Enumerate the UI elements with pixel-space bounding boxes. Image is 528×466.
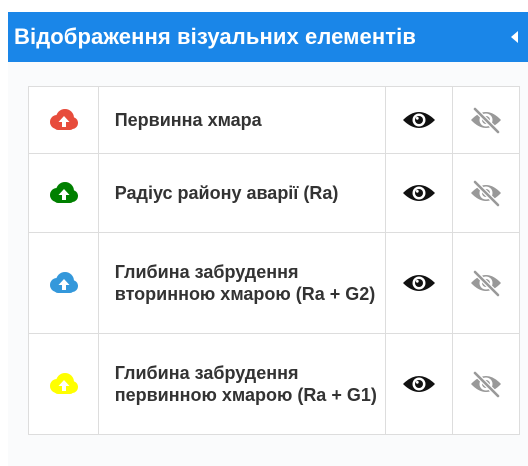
eye-icon — [386, 271, 452, 295]
eye-slash-icon — [453, 269, 519, 297]
eye-slash-icon — [453, 179, 519, 207]
eye-icon — [386, 108, 452, 132]
panel-title: Відображення візуальних елементів — [14, 24, 416, 49]
eye-slash-icon — [453, 370, 519, 398]
eye-icon — [386, 181, 452, 205]
cloud-upload-icon — [29, 107, 98, 133]
layer-label: Глибина забрудення вторинною хмарою (Ra … — [114, 262, 376, 304]
cloud-upload-icon — [29, 371, 98, 397]
hide-layer-button[interactable] — [451, 232, 521, 334]
layer-row-accident-radius: Радіус району аварії (Ra) — [28, 153, 521, 233]
eye-slash-icon — [453, 106, 519, 134]
show-layer-button[interactable] — [384, 232, 453, 334]
layer-row-secondary-depth: Глибина забрудення вторинною хмарою (Ra … — [28, 232, 521, 334]
layer-row-primary-cloud: Первинна хмара — [28, 86, 521, 154]
cloud-upload-icon — [29, 180, 98, 206]
layer-label: Первинна хмара — [114, 110, 262, 130]
hide-layer-button[interactable] — [451, 333, 521, 435]
show-layer-button[interactable] — [384, 333, 453, 435]
cloud-upload-icon — [29, 270, 98, 296]
panel-header: Відображення візуальних елементів — [8, 12, 528, 62]
layer-label: Глибина забрудення первинною хмарою (Ra … — [114, 363, 377, 405]
show-layer-button[interactable] — [384, 153, 453, 233]
hide-layer-button[interactable] — [451, 153, 521, 233]
chevron-left-icon[interactable] — [511, 31, 518, 43]
layers-table: Первинна хмара Радіус району аварії (Ra) — [28, 86, 521, 435]
hide-layer-button[interactable] — [451, 86, 521, 154]
panel-body: Первинна хмара Радіус району аварії (Ra) — [8, 62, 528, 466]
layer-row-primary-depth: Глибина забрудення первинною хмарою (Ra … — [28, 333, 521, 435]
layer-label: Радіус району аварії (Ra) — [114, 183, 339, 203]
show-layer-button[interactable] — [384, 86, 453, 154]
eye-icon — [386, 372, 452, 396]
